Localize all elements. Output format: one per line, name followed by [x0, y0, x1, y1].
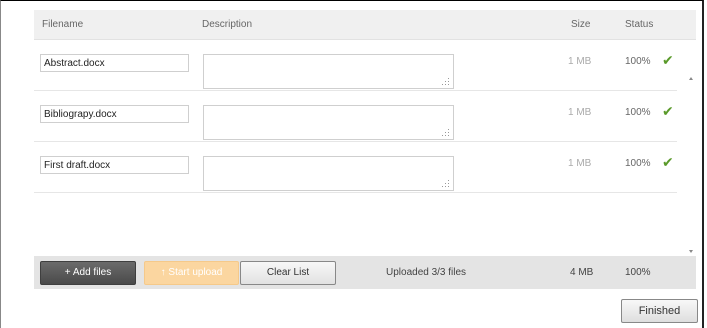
upload-status-text: Uploaded 3/3 files	[386, 267, 467, 278]
check-icon: ✔	[662, 52, 674, 68]
scroll-up-arrow-icon[interactable]	[689, 77, 693, 80]
description-textarea[interactable]	[203, 156, 454, 191]
finished-button[interactable]: Finished	[621, 299, 698, 323]
column-header-size: Size	[571, 19, 591, 30]
uploader-footer: + Add files ↑ Start upload Clear List Up…	[34, 256, 696, 289]
file-list-header: Filename Description Size Status	[34, 10, 696, 40]
column-header-filename: Filename	[42, 19, 84, 30]
file-row: Bibliograpy.docx 1 MB 100% ✔	[34, 91, 677, 142]
file-list: Abstract.docx 1 MB 100% ✔ Bibliograpy.do…	[34, 40, 696, 256]
add-files-button[interactable]: + Add files	[40, 261, 136, 285]
column-header-status: Status	[625, 19, 654, 30]
filename-field[interactable]: First draft.docx	[40, 156, 189, 174]
total-size: 4 MB	[570, 267, 594, 278]
file-row: First draft.docx 1 MB 100% ✔	[34, 142, 677, 193]
description-textarea[interactable]	[203, 105, 454, 140]
description-textarea[interactable]	[203, 54, 454, 89]
file-size: 1 MB	[568, 56, 592, 67]
upload-dialog: Filename Description Size Status Abstrac…	[0, 0, 704, 328]
filename-field[interactable]: Bibliograpy.docx	[40, 105, 189, 123]
resize-grip-icon[interactable]	[442, 128, 450, 136]
file-uploader: Filename Description Size Status Abstrac…	[34, 10, 696, 289]
filename-field[interactable]: Abstract.docx	[40, 54, 189, 72]
start-upload-button[interactable]: ↑ Start upload	[144, 261, 239, 285]
scroll-down-arrow-icon[interactable]	[689, 250, 693, 253]
clear-list-button[interactable]: Clear List	[240, 261, 336, 285]
total-percent: 100%	[625, 267, 651, 278]
file-row: Abstract.docx 1 MB 100% ✔	[34, 40, 677, 91]
upload-percent: 100%	[625, 107, 651, 118]
check-icon: ✔	[662, 154, 674, 170]
file-size: 1 MB	[568, 158, 592, 169]
resize-grip-icon[interactable]	[442, 179, 450, 187]
upload-percent: 100%	[625, 158, 651, 169]
resize-grip-icon[interactable]	[442, 77, 450, 85]
file-size: 1 MB	[568, 107, 592, 118]
check-icon: ✔	[662, 103, 674, 119]
upload-percent: 100%	[625, 56, 651, 67]
file-list-scrollbar[interactable]	[686, 72, 696, 258]
column-header-description: Description	[202, 19, 253, 30]
